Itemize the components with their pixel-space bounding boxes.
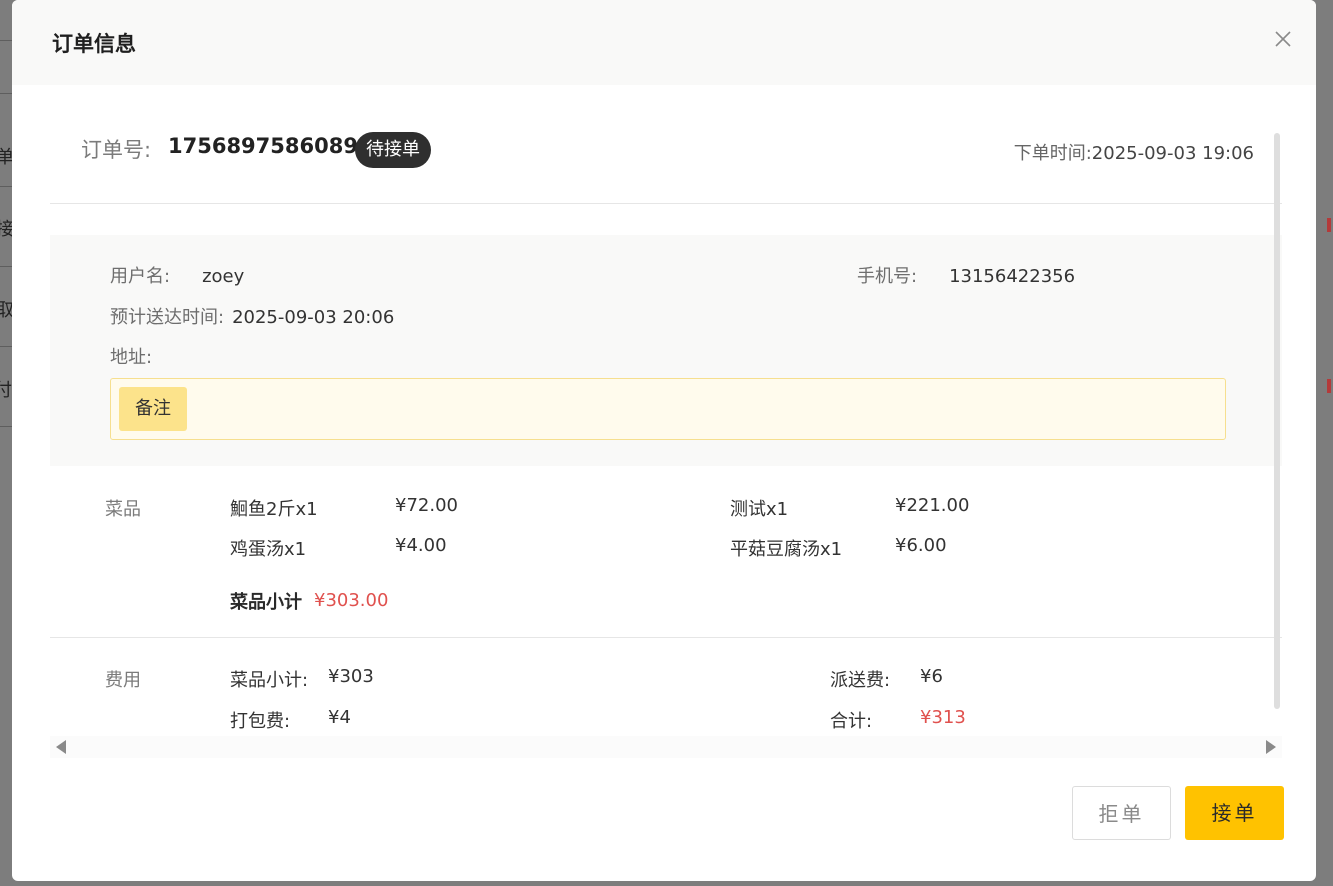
dish-name: 鮰鱼2斤x1 [230, 499, 318, 520]
remark-box: 备注 [110, 378, 1226, 440]
dish-price: ¥6.00 [895, 535, 947, 556]
backdrop-divider [0, 186, 12, 187]
backdrop-divider [0, 93, 12, 94]
backdrop-divider [0, 266, 12, 267]
scroll-right-icon[interactable] [1266, 740, 1276, 754]
dish-name: 测试x1 [730, 499, 789, 520]
fee-packing-label: 打包费: [230, 711, 291, 732]
divider [50, 203, 1282, 204]
divider [50, 637, 1282, 638]
dishes-section-label: 菜品 [105, 499, 141, 520]
close-icon [1275, 31, 1291, 47]
order-time-value: 2025-09-03 19:06 [1091, 143, 1254, 164]
dish-subtotal-value: ¥303.00 [314, 590, 389, 611]
dish-price: ¥221.00 [895, 495, 970, 516]
backdrop-divider [0, 346, 12, 347]
fee-delivery-value: ¥6 [920, 666, 943, 687]
dialog-header: 订单信息 [12, 0, 1316, 85]
phone-row: 手机号: 13156422356 [857, 262, 1075, 288]
fee-total-label: 合计: [830, 711, 873, 732]
vertical-scrollbar[interactable] [1274, 133, 1280, 709]
status-badge: 待接单 [355, 132, 431, 168]
fee-delivery-label: 派送费: [830, 670, 891, 691]
address-row: 地址: [110, 343, 152, 369]
scroll-left-icon[interactable] [56, 740, 66, 754]
phone-label: 手机号: [857, 266, 918, 287]
backdrop-mark [1327, 379, 1331, 393]
username-label: 用户名: [110, 266, 171, 287]
phone-value: 13156422356 [949, 266, 1076, 287]
username-value: zoey [202, 266, 245, 287]
dish-name: 鸡蛋汤x1 [230, 539, 307, 560]
remark-tag: 备注 [119, 387, 187, 431]
order-time-label: 下单时间: [1013, 143, 1092, 164]
address-label: 地址: [110, 347, 153, 368]
order-number-label: 订单号: [81, 138, 152, 162]
reject-button[interactable]: 拒单 [1072, 786, 1171, 840]
horizontal-scrollbar[interactable] [50, 736, 1282, 758]
dish-price: ¥72.00 [395, 495, 458, 516]
accept-button[interactable]: 接单 [1185, 786, 1284, 840]
eta-value: 2025-09-03 20:06 [232, 307, 395, 328]
dish-subtotal-label: 菜品小计 [230, 592, 302, 613]
backdrop-mark [1327, 218, 1331, 232]
fee-packing-value: ¥4 [328, 707, 351, 728]
eta-row: 预计送达时间: 2025-09-03 20:06 [110, 303, 394, 329]
close-button[interactable] [1270, 26, 1296, 52]
order-dialog: 订单信息 订单号: 1756897586089 待接单 下单时间:2025-09… [12, 0, 1316, 881]
username-row: 用户名: zoey [110, 262, 244, 288]
dialog-title: 订单信息 [52, 32, 136, 56]
backdrop-divider [0, 426, 12, 427]
backdrop-text: 付 [0, 380, 12, 401]
fee-dish-subtotal-value: ¥303 [328, 666, 374, 687]
dish-name: 平菇豆腐汤x1 [730, 539, 843, 560]
fees-section-label: 费用 [105, 670, 141, 691]
order-number: 1756897586089 [168, 134, 358, 158]
dish-price: ¥4.00 [395, 535, 447, 556]
order-time: 下单时间:2025-09-03 19:06 [1014, 139, 1254, 165]
backdrop-divider [0, 40, 12, 41]
eta-label: 预计送达时间: [110, 307, 225, 328]
fee-total-value: ¥313 [920, 707, 966, 728]
fee-dish-subtotal-label: 菜品小计: [230, 670, 309, 691]
